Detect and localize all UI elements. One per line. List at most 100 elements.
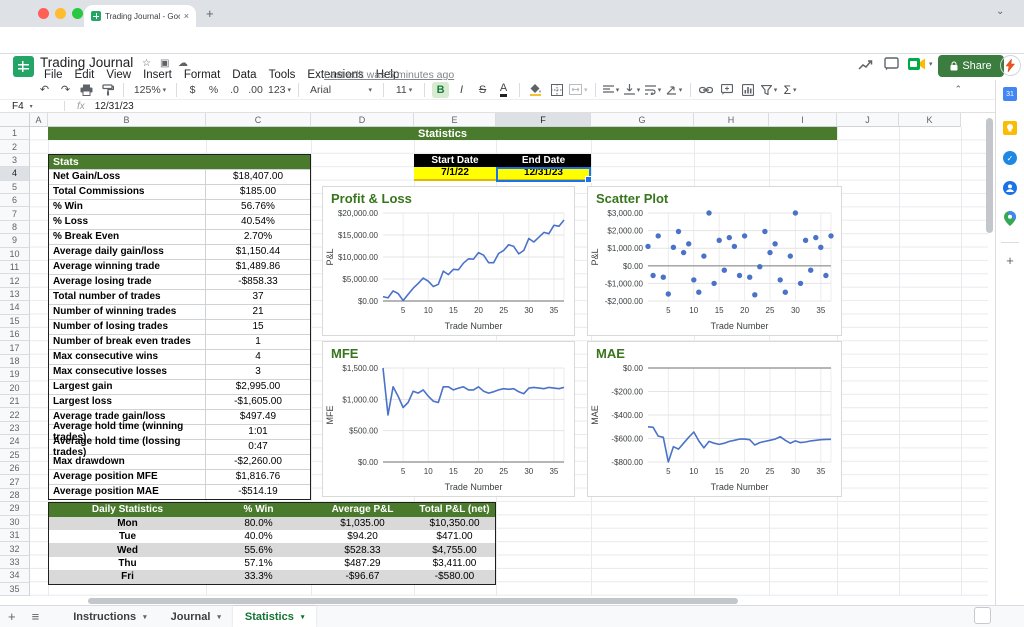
stats-label-cell[interactable]: Max drawdown (49, 455, 206, 469)
daily-header-cell[interactable]: Total P&L (net) (414, 503, 495, 516)
stats-label-cell[interactable]: % Break Even (49, 230, 206, 244)
stats-value-cell[interactable]: $497.49 (206, 410, 310, 424)
stats-label-cell[interactable]: Average hold time (lossing trades) (49, 440, 206, 454)
stats-value-cell[interactable]: 1 (206, 335, 310, 349)
row-header-9[interactable]: 9 (0, 234, 30, 247)
row-header-21[interactable]: 21 (0, 395, 30, 408)
text-wrap-button[interactable]: ▾ (645, 82, 662, 98)
redo-icon[interactable]: ↷ (57, 82, 74, 98)
profit-loss-chart[interactable]: $0.00$5,000.00$10,000.00$15,000.00$20,00… (322, 186, 575, 336)
stats-label-cell[interactable]: Average position MFE (49, 470, 206, 484)
stats-label-cell[interactable]: Average position MAE (49, 485, 206, 499)
stats-value-cell[interactable]: $2,995.00 (206, 380, 310, 394)
row-header-23[interactable]: 23 (0, 422, 30, 435)
daily-cell[interactable]: Tue (49, 530, 206, 543)
get-addons-icon[interactable]: + (1002, 252, 1018, 268)
daily-cell[interactable]: Thu (49, 557, 206, 570)
paint-format-icon[interactable] (99, 82, 116, 98)
document-title[interactable]: Trading Journal (40, 55, 133, 70)
row-header-26[interactable]: 26 (0, 462, 30, 475)
stats-value-cell[interactable]: -$1,605.00 (206, 395, 310, 409)
window-zoom-button[interactable] (72, 8, 83, 19)
increase-decimals-icon[interactable]: .00 (247, 82, 264, 98)
column-header-D[interactable]: D (311, 113, 414, 127)
start-date-header-cell[interactable]: Start Date (414, 154, 496, 167)
daily-cell[interactable]: $471.00 (414, 530, 495, 543)
stats-value-cell[interactable]: 3 (206, 365, 310, 379)
stats-label-cell[interactable]: Largest gain (49, 380, 206, 394)
window-close-button[interactable] (38, 8, 49, 19)
daily-header-cell[interactable]: Daily Statistics (49, 503, 206, 516)
row-header-32[interactable]: 32 (0, 542, 30, 555)
share-button[interactable]: Share (938, 55, 1004, 77)
horizontal-align-button[interactable]: ▾ (603, 82, 620, 98)
row-header-15[interactable]: 15 (0, 315, 30, 328)
daily-cell[interactable]: 80.0% (206, 517, 311, 530)
row-header-16[interactable]: 16 (0, 328, 30, 341)
sheets-logo-icon[interactable] (13, 56, 34, 77)
decrease-decimals-icon[interactable]: .0 (226, 82, 243, 98)
row-header-22[interactable]: 22 (0, 408, 30, 421)
all-sheets-icon[interactable]: ≡ (32, 609, 40, 624)
stats-value-cell[interactable]: 4 (206, 350, 310, 364)
daily-cell[interactable]: $10,350.00 (414, 517, 495, 530)
column-header-J[interactable]: J (837, 113, 899, 127)
daily-cell[interactable]: $3,411.00 (414, 557, 495, 570)
row-header-19[interactable]: 19 (0, 368, 30, 381)
row-header-29[interactable]: 29 (0, 502, 30, 515)
row-header-5[interactable]: 5 (0, 181, 30, 194)
sheet-tab-statistics[interactable]: Statistics▾ (233, 606, 316, 627)
name-box[interactable]: F4▾ (0, 101, 64, 112)
column-header-C[interactable]: C (206, 113, 311, 127)
mfe-chart[interactable]: $0.00$500.00$1,000.00$1,500.005101520253… (322, 341, 575, 497)
daily-cell[interactable]: Fri (49, 570, 206, 583)
stats-label-cell[interactable]: Number of winning trades (49, 305, 206, 319)
start-date-cell[interactable]: 7/1/22 (414, 167, 496, 180)
daily-cell[interactable]: $487.29 (311, 557, 414, 570)
stats-label-cell[interactable]: % Win (49, 200, 206, 214)
row-header-30[interactable]: 30 (0, 516, 30, 529)
end-date-header-cell[interactable]: End Date (496, 154, 591, 167)
font-select[interactable]: Arial▾ (306, 82, 376, 98)
daily-cell[interactable]: 40.0% (206, 530, 311, 543)
collapse-toolbar-icon[interactable]: ⌃ (954, 84, 962, 95)
print-icon[interactable] (78, 82, 95, 98)
stats-value-cell[interactable]: 37 (206, 290, 310, 304)
select-all-corner[interactable] (0, 113, 30, 127)
daily-cell[interactable]: $4,755.00 (414, 543, 495, 556)
daily-cell[interactable]: $528.33 (311, 543, 414, 556)
stats-value-cell[interactable]: 2.70% (206, 230, 310, 244)
contacts-icon[interactable] (1002, 180, 1018, 196)
daily-cell[interactable]: $94.20 (311, 530, 414, 543)
strikethrough-button[interactable]: S (474, 82, 491, 98)
daily-cell[interactable]: Mon (49, 517, 206, 530)
row-header-10[interactable]: 10 (0, 248, 30, 261)
column-header-I[interactable]: I (769, 113, 837, 127)
stats-label-cell[interactable]: Average daily gain/loss (49, 245, 206, 259)
functions-button[interactable]: Σ▾ (782, 82, 799, 98)
cloud-status-icon[interactable]: ☁ (178, 58, 188, 69)
font-size-select[interactable]: 11▾ (391, 82, 417, 98)
stats-label-cell[interactable]: Number of losing trades (49, 320, 206, 334)
stats-value-cell[interactable]: $1,816.76 (206, 470, 310, 484)
column-header-H[interactable]: H (694, 113, 769, 127)
row-header-34[interactable]: 34 (0, 569, 30, 582)
row-header-1[interactable]: 1 (0, 127, 30, 140)
column-header-K[interactable]: K (899, 113, 961, 127)
mae-chart[interactable]: -$800.00-$600.00-$400.00-$200.00$0.00510… (587, 341, 842, 497)
stats-value-cell[interactable]: $185.00 (206, 185, 310, 199)
add-sheet-icon[interactable]: + (8, 609, 16, 624)
row-header-12[interactable]: 12 (0, 274, 30, 287)
stats-table-header[interactable]: Stats (49, 155, 310, 169)
insert-chart-icon[interactable] (740, 82, 757, 98)
undo-icon[interactable]: ↶ (36, 82, 53, 98)
sheet-tab-instructions[interactable]: Instructions▾ (61, 606, 158, 627)
borders-button[interactable] (548, 82, 565, 98)
keep-icon[interactable] (1002, 120, 1018, 136)
stats-label-cell[interactable]: Largest loss (49, 395, 206, 409)
stats-value-cell[interactable]: -$2,260.00 (206, 455, 310, 469)
tab-close-icon[interactable]: × (184, 11, 189, 21)
comment-history-icon[interactable] (884, 57, 899, 76)
italic-button[interactable]: I (453, 82, 470, 98)
insights-icon[interactable] (858, 58, 874, 76)
